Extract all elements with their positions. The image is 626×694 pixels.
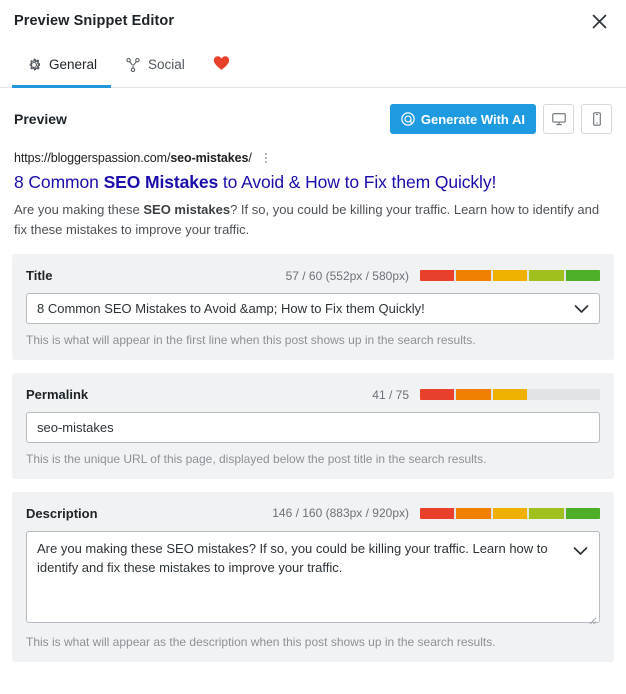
field-label-permalink: Permalink [26, 387, 89, 403]
description-textarea[interactable]: Are you making these SEO mistakes? If so… [26, 530, 600, 623]
tab-social[interactable]: Social [111, 42, 199, 87]
field-card-description: Description 146 / 160 (883px / 920px) Ar… [12, 491, 614, 662]
field-card-title: Title 57 / 60 (552px / 580px) This is wh… [12, 254, 614, 361]
field-header: Permalink 41 / 75 [26, 387, 600, 402]
title-input-wrap [26, 293, 600, 325]
meter-segment-2 [456, 270, 491, 282]
snippet-title-post: to Avoid & How to Fix them Quickly! [218, 172, 497, 192]
permalink-input[interactable] [26, 412, 600, 444]
field-header: Description 146 / 160 (883px / 920px) [26, 506, 600, 521]
meter-segment-4 [529, 389, 564, 401]
tab-bar: General Social [0, 42, 626, 88]
field-label-description: Description [26, 505, 98, 521]
field-list: Title 57 / 60 (552px / 580px) This is wh… [0, 240, 626, 662]
gear-icon [26, 57, 42, 73]
preview-header: Preview Generate With AI [0, 88, 626, 142]
meter-segment-1 [420, 270, 455, 282]
title-score-meter [420, 270, 600, 282]
description-input-wrap: Are you making these SEO mistakes? If so… [26, 530, 600, 626]
tab-active-indicator [12, 85, 112, 88]
generate-with-ai-button[interactable]: Generate With AI [389, 104, 536, 134]
snippet-url-slug: seo-mistakes [170, 151, 249, 165]
preview-actions: Generate With AI [389, 104, 612, 134]
close-button[interactable] [586, 8, 612, 34]
generate-with-ai-label: Generate With AI [420, 111, 525, 127]
description-score-meter [420, 507, 600, 519]
field-header: Title 57 / 60 (552px / 580px) [26, 268, 600, 283]
window-titlebar: Preview Snippet Editor [0, 0, 626, 42]
title-character-count: 57 / 60 (552px / 580px) [285, 268, 409, 283]
permalink-character-count: 41 / 75 [372, 387, 409, 402]
meter-segment-5 [565, 270, 600, 282]
meter-segment-5 [565, 389, 600, 401]
field-label-title: Title [26, 268, 53, 284]
more-vertical-icon[interactable] [262, 151, 270, 165]
desktop-monitor-icon [551, 111, 567, 127]
meter-segment-5 [565, 507, 600, 519]
snippet-url-prefix: https://bloggerspassion.com/ [14, 151, 171, 165]
desktop-preview-button[interactable] [543, 104, 574, 134]
field-card-permalink: Permalink 41 / 75 This is the unique URL… [12, 373, 614, 479]
meter-segment-2 [456, 507, 491, 519]
snippet-title[interactable]: 8 Common SEO Mistakes to Avoid & How to … [14, 172, 612, 193]
title-input[interactable] [26, 293, 600, 325]
permalink-score-meter [420, 389, 600, 401]
heart-icon [213, 55, 230, 74]
snippet-url: https://bloggerspassion.com/seo-mistakes… [14, 151, 252, 165]
meter-segment-3 [492, 270, 528, 282]
mobile-preview-button[interactable] [581, 104, 612, 134]
permalink-input-wrap [26, 412, 600, 444]
snippet-title-pre: 8 Common [14, 172, 104, 192]
meter-segment-1 [420, 507, 455, 519]
tab-social-label: Social [148, 57, 185, 72]
meter-segment-3 [492, 389, 528, 401]
close-icon [592, 14, 607, 29]
snippet-title-highlight: SEO Mistakes [103, 172, 219, 192]
meter-segment-4 [529, 507, 564, 519]
snippet-preview: https://bloggerspassion.com/seo-mistakes… [0, 142, 626, 240]
tab-favorites[interactable] [199, 42, 244, 87]
meter-segment-3 [492, 507, 528, 519]
window-title: Preview Snippet Editor [14, 13, 175, 29]
meter-segment-4 [529, 270, 564, 282]
ai-sparkle-icon [401, 112, 415, 126]
share-nodes-icon [125, 57, 141, 73]
meter-segment-2 [456, 389, 491, 401]
description-character-count: 146 / 160 (883px / 920px) [272, 506, 409, 521]
field-meter-wrap: 146 / 160 (883px / 920px) [272, 506, 600, 520]
snippet-description: Are you making these SEO mistakes? If so… [14, 200, 612, 240]
tab-general-label: General [49, 57, 98, 72]
title-help-text: This is what will appear in the first li… [26, 333, 476, 348]
tab-general[interactable]: General [12, 42, 112, 88]
description-help-text: This is what will appear as the descript… [26, 634, 496, 649]
preview-section-title: Preview [14, 111, 67, 127]
meter-segment-1 [420, 389, 455, 401]
snippet-desc-pre: Are you making these [14, 202, 144, 217]
snippet-url-row: https://bloggerspassion.com/seo-mistakes… [14, 151, 612, 165]
field-meter-wrap: 41 / 75 [372, 388, 600, 402]
permalink-help-text: This is the unique URL of this page, dis… [26, 452, 487, 467]
field-meter-wrap: 57 / 60 (552px / 580px) [286, 269, 600, 283]
snippet-url-suffix: / [248, 151, 252, 165]
snippet-desc-highlight: SEO mistakes [143, 202, 231, 217]
mobile-phone-icon [589, 111, 605, 127]
